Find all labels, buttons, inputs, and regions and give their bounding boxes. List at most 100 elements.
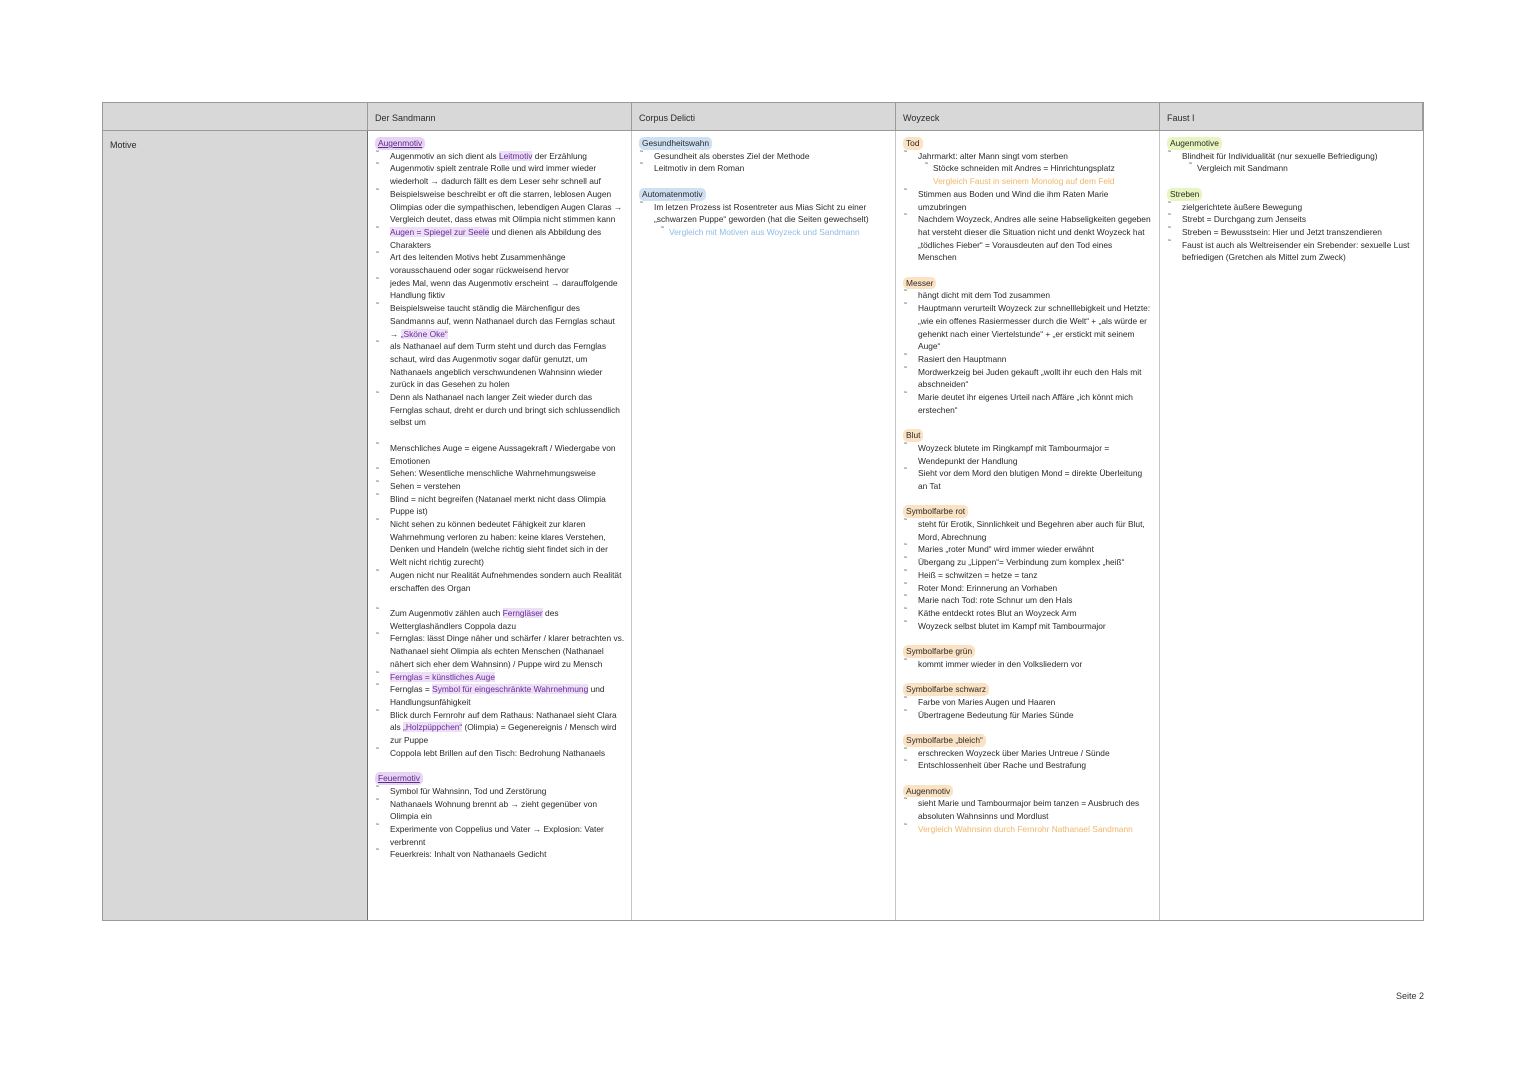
list-item: Käthe entdeckt rotes Blut an Woyzeck Arm — [903, 605, 1153, 620]
list-item: Woyzeck selbst blutet im Kampf mit Tambo… — [903, 618, 1153, 633]
row-label-motive: Motive — [103, 131, 368, 920]
list-item: Symbol für Wahnsinn, Tod und Zerstörung — [375, 783, 625, 798]
list-item: Strebt = Durchgang zum Jenseits — [1167, 211, 1417, 226]
corpus-list-1: Gesundheit als oberstes Ziel der Methode… — [639, 148, 889, 175]
list-item: Blind = nicht begreifen (Natanael merkt … — [375, 491, 625, 518]
woyzeck-cell: Tod Jahrmarkt: alter Mann singt vom ster… — [896, 131, 1160, 920]
category-label: Automatenmotiv — [639, 187, 706, 201]
list-item: sieht Marie und Tambourmajor beim tanzen… — [903, 795, 1153, 822]
faust-cell: Augenmotive Blindheit für Individualität… — [1160, 131, 1423, 920]
list-item: Woyzeck blutete im Ringkampf mit Tambour… — [903, 440, 1153, 467]
category-label: Streben — [1167, 187, 1203, 201]
category-label: Feuermotiv — [375, 772, 423, 785]
list-item: Jahrmarkt: alter Mann singt vom sterben — [903, 148, 1153, 163]
list-item: Augenmotiv spielt zentrale Rolle und wir… — [375, 160, 625, 187]
list-item: Marie deutet ihr eigenes Urteil nach Aff… — [903, 389, 1153, 416]
category-label: Symbolfarbe grün — [903, 645, 976, 658]
category-label: Gesundheitswahn — [639, 137, 713, 150]
header-empty — [103, 103, 368, 131]
list-item: Sehen = verstehen — [375, 478, 625, 493]
list-item: Augen nicht nur Realität Aufnehmendes so… — [375, 567, 625, 594]
list-item: Art des leitenden Motivs hebt Zusammenhä… — [375, 249, 625, 276]
faust-list-1: Blindheit für Individualität (nur sexuel… — [1167, 148, 1417, 175]
woyzeck-list-2: hängt dicht mit dem Tod zusammen Hauptma… — [903, 287, 1153, 416]
list-item: Fernglas: lässt Dinge näher und schärfer… — [375, 630, 625, 670]
list-item: steht für Erotik, Sinnlichkeit und Begeh… — [903, 516, 1153, 543]
list-item: Leitmotiv in dem Roman — [639, 160, 889, 175]
list-item: Entschlossenheit über Rache und Bestrafu… — [903, 757, 1153, 772]
list-item: Denn als Nathanael nach langer Zeit wied… — [375, 389, 625, 429]
category-label: Augenmotiv — [375, 137, 426, 150]
list-item: Mordwerkzeig bei Juden gekauft „wollt ih… — [903, 364, 1153, 391]
list-item: Streben = Bewusstsein: Hier und Jetzt tr… — [1167, 224, 1417, 239]
list-item: Augenmotiv an sich dient als Leitmotiv d… — [375, 148, 625, 163]
category-label: Messer — [903, 276, 937, 290]
list-item: hängt dicht mit dem Tod zusammen — [903, 287, 1153, 302]
list-item: Stöcke schneiden mit Andres = Hinrichtun… — [903, 160, 1153, 175]
list-item: Coppola lebt Brillen auf den Tisch: Bedr… — [375, 745, 625, 760]
category-label: Augenmotive — [1167, 137, 1222, 150]
list-item: Vergleich mit Sandmann — [1167, 160, 1417, 175]
woyzeck-list-3: Woyzeck blutete im Ringkampf mit Tambour… — [903, 440, 1153, 493]
comparison-note: Vergleich mit Motiven aus Woyzeck und Sa… — [639, 224, 889, 239]
list-item: jedes Mal, wenn das Augenmotiv erscheint… — [375, 275, 625, 302]
woyzeck-list-1: Jahrmarkt: alter Mann singt vom sterben … — [903, 148, 1153, 264]
list-item: Beispielsweise taucht ständig die Märche… — [375, 300, 625, 340]
list-item: Maries „roter Mund“ wird immer wieder er… — [903, 541, 1153, 556]
list-item: Farbe von Maries Augen und Haaren — [903, 694, 1153, 709]
corpus-list-2: Im letzen Prozess ist Rosentreter aus Mi… — [639, 198, 889, 239]
list-item: Zum Augenmotiv zählen auch Ferngläser de… — [375, 605, 625, 632]
list-item: Marie nach Tod: rote Schnur um den Hals — [903, 592, 1153, 607]
list-item: Feuerkreis: Inhalt von Nathanaels Gedich… — [375, 846, 625, 861]
list-item: Im letzen Prozess ist Rosentreter aus Mi… — [639, 198, 889, 226]
sandmann-list-4: Symbol für Wahnsinn, Tod und Zerstörung … — [375, 783, 625, 861]
woyzeck-list-5: kommt immer wieder in den Volksliedern v… — [903, 656, 1153, 671]
header-corpus-delicti: Corpus Delicti — [632, 103, 896, 131]
list-item: Übertragene Bedeutung für Maries Sünde — [903, 707, 1153, 722]
list-item: Übergang zu „Lippen“= Verbindung zum kom… — [903, 554, 1153, 569]
list-item: Roter Mond: Erinnerung an Vorhaben — [903, 580, 1153, 595]
list-item: Blindheit für Individualität (nur sexuel… — [1167, 148, 1417, 163]
header-sandmann: Der Sandmann — [368, 103, 632, 131]
category-label: Symbolfarbe rot — [903, 505, 969, 519]
list-item: Menschliches Auge = eigene Aussagekraft … — [375, 440, 625, 467]
list-item: erschrecken Woyzeck über Maries Untreue … — [903, 745, 1153, 760]
sandmann-cell: Augenmotiv Augenmotiv an sich dient als … — [368, 131, 632, 920]
header-faust: Faust I — [1160, 103, 1423, 131]
list-item: Experimente von Coppelius und Vater → Ex… — [375, 821, 625, 848]
category-label: Symbolfarbe schwarz — [903, 683, 990, 696]
list-item: Hauptmann verurteilt Woyzeck zur schnell… — [903, 300, 1153, 353]
list-item: Gesundheit als oberstes Ziel der Methode — [639, 148, 889, 163]
category-label: Symbolfarbe „bleich“ — [903, 733, 986, 747]
list-item: Fernglas = Symbol für eingeschränkte Wah… — [375, 681, 625, 708]
corpus-delicti-cell: Gesundheitswahn Gesundheit als oberstes … — [632, 131, 896, 920]
list-item: Sehen: Wesentliche menschliche Wahrnehmu… — [375, 465, 625, 480]
list-item: als Nathanael auf dem Turm steht und dur… — [375, 338, 625, 391]
list-item: Blick durch Fernrohr auf dem Rathaus: Na… — [375, 707, 625, 747]
list-item: Fernglas = künstliches Auge — [375, 669, 625, 684]
category-label: Augenmotiv — [903, 784, 954, 798]
list-item: Beispielsweise beschreibt er oft die sta… — [375, 186, 625, 226]
motive-table: Der Sandmann Corpus Delicti Woyzeck Faus… — [102, 102, 1424, 921]
woyzeck-list-8: sieht Marie und Tambourmajor beim tanzen… — [903, 795, 1153, 836]
list-item: Sieht vor dem Mord den blutigen Mond = d… — [903, 465, 1153, 492]
list-item: Nicht sehen zu können bedeutet Fähigkeit… — [375, 516, 625, 569]
list-item: Nathanaels Wohnung brennt ab → zieht geg… — [375, 795, 625, 823]
list-item: Faust ist auch als Weltreisender ein Sre… — [1167, 237, 1417, 264]
sandmann-list-2: Menschliches Auge = eigene Aussagekraft … — [375, 440, 625, 594]
comparison-note: Vergleich Wahnsinn durch Fernrohr Nathan… — [903, 821, 1153, 836]
header-woyzeck: Woyzeck — [896, 103, 1160, 131]
list-item: zielgerichtete äußere Bewegung — [1167, 199, 1417, 214]
page-number: Seite 2 — [1395, 991, 1424, 1001]
comparison-note: Vergleich Faust in seinem Monolog auf de… — [933, 176, 1115, 187]
list-item: Rasiert den Hauptmann — [903, 351, 1153, 366]
list-item: Heiß = schwitzen = hetze = tanz — [903, 567, 1153, 582]
faust-list-2: zielgerichtete äußere Bewegung Strebt = … — [1167, 199, 1417, 265]
woyzeck-list-7: erschrecken Woyzeck über Maries Untreue … — [903, 745, 1153, 772]
woyzeck-list-4: steht für Erotik, Sinnlichkeit und Begeh… — [903, 516, 1153, 633]
woyzeck-list-6: Farbe von Maries Augen und Haaren Übertr… — [903, 694, 1153, 722]
list-item: Nachdem Woyzeck, Andres alle seine Habse… — [903, 211, 1153, 264]
sandmann-list-1: Augenmotiv an sich dient als Leitmotiv d… — [375, 148, 625, 429]
list-item: Augen = Spiegel zur Seele und dienen als… — [375, 224, 625, 251]
list-item: Stimmen aus Boden und Wind die ihm Raten… — [903, 186, 1153, 213]
